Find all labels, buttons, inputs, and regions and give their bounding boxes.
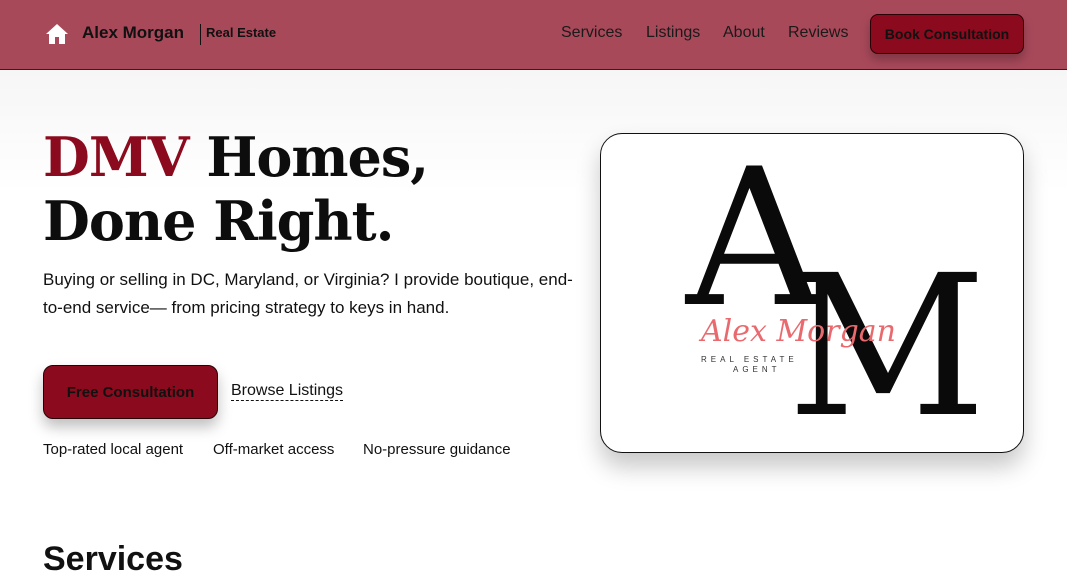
logo-line1: REAL ESTATE xyxy=(701,355,798,364)
brand-name[interactable]: Alex Morgan xyxy=(82,23,184,43)
hero-title: DMV Homes, Done Right. xyxy=(43,125,583,253)
logo-card: A M Alex Morgan REAL ESTATE AGENT xyxy=(600,133,1024,453)
am-monogram-logo: A M Alex Morgan REAL ESTATE AGENT xyxy=(684,134,987,452)
logo-script-name: Alex Morgan xyxy=(698,314,896,349)
brand-tagline: Real Estate xyxy=(206,25,277,40)
home-icon[interactable] xyxy=(45,22,69,46)
nav-reviews[interactable]: Reviews xyxy=(788,24,848,42)
book-consultation-button[interactable]: Book Consultation xyxy=(870,14,1024,54)
browse-listings-link[interactable]: Browse Listings xyxy=(231,381,344,401)
nav-listings[interactable]: Listings xyxy=(646,24,700,42)
hero-subtitle: Buying or selling in DC, Maryland, or Vi… xyxy=(43,270,573,317)
nav-about[interactable]: About xyxy=(723,24,765,42)
badge-no-pressure: No-pressure guidance xyxy=(363,441,511,458)
site-header: Alex Morgan Real Estate Services Listing… xyxy=(0,0,1067,70)
badge-off-market: Off-market access xyxy=(213,441,335,458)
brand-divider xyxy=(200,24,201,45)
hero-title-accent: DMV xyxy=(43,125,189,189)
logo-line2: AGENT xyxy=(733,365,781,374)
free-consultation-button[interactable]: Free Consultation xyxy=(43,365,218,419)
services-heading: Services xyxy=(43,540,183,578)
badge-top-rated: Top-rated local agent xyxy=(43,441,184,458)
nav-services[interactable]: Services xyxy=(561,24,622,42)
